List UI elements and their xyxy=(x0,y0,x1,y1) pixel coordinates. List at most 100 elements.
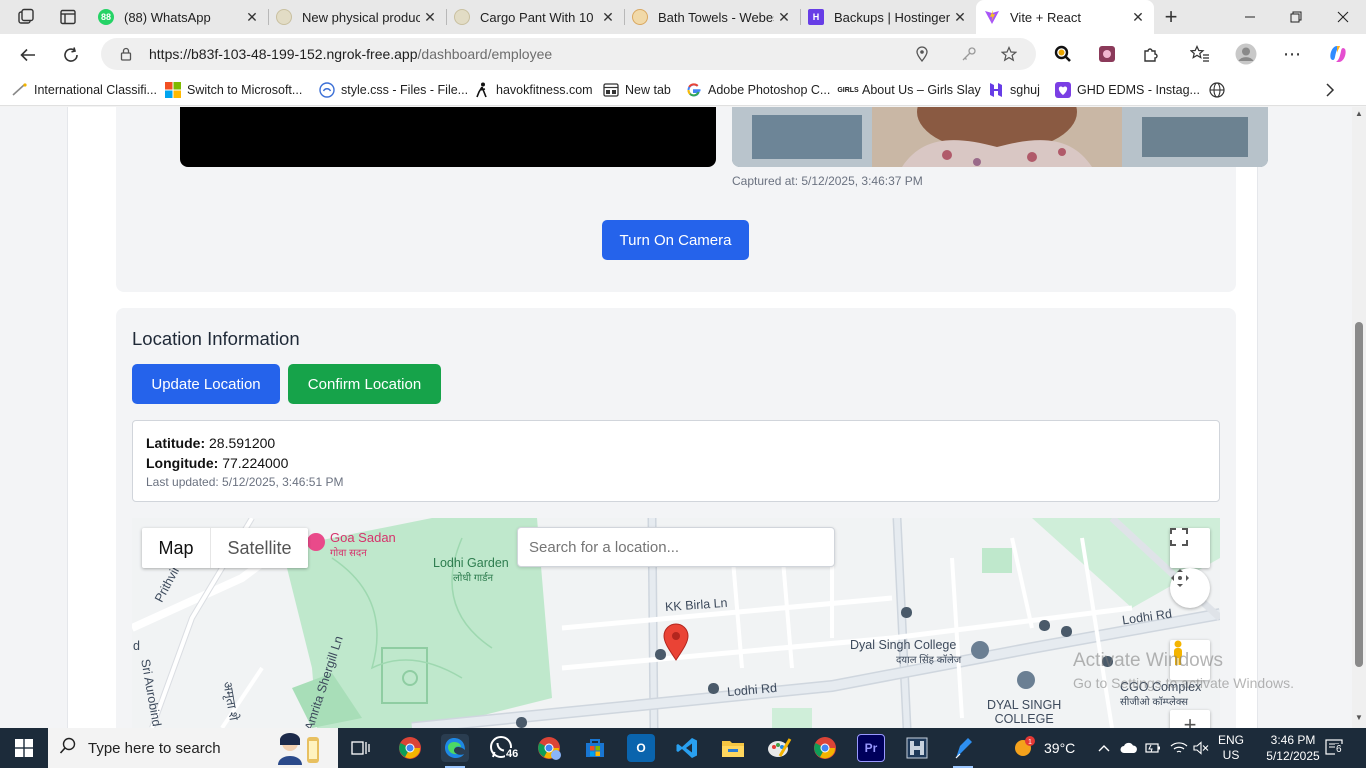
notifications-icon[interactable]: 6 xyxy=(1325,728,1345,768)
favorite-adobe-photoshop[interactable]: Adobe Photoshop C... xyxy=(686,80,830,100)
favorite-sghuj[interactable]: sghuj xyxy=(988,80,1040,100)
clock-time: 3:46 PM xyxy=(1270,733,1316,747)
vscode-icon[interactable] xyxy=(673,734,701,762)
zoom-in-icon[interactable]: + xyxy=(1170,710,1210,728)
product-favicon-icon xyxy=(454,9,470,25)
hostinger-icon: H xyxy=(808,9,824,25)
onedrive-cloud-icon[interactable] xyxy=(1120,728,1138,768)
minimize-icon[interactable] xyxy=(1227,0,1273,34)
close-tab-icon[interactable]: ✕ xyxy=(242,9,262,26)
task-view-icon[interactable] xyxy=(347,734,375,762)
scrollbar-thumb[interactable] xyxy=(1355,322,1363,667)
tab-new-physical-product[interactable]: New physical product ✕ xyxy=(268,0,446,34)
weather-widget[interactable]: 1 39°C xyxy=(1012,728,1075,768)
globe-icon[interactable] xyxy=(1209,80,1225,100)
outlook-icon[interactable]: O xyxy=(627,734,655,762)
captured-timestamp: Captured at: 5/12/2025, 3:46:37 PM xyxy=(732,174,923,188)
whatsapp-taskbar-icon[interactable]: 46 xyxy=(488,734,520,762)
favorite-style-css[interactable]: style.css - Files - File... xyxy=(319,80,468,100)
last-updated-text: Last updated: 5/12/2025, 3:46:51 PM xyxy=(146,475,344,489)
fullscreen-icon[interactable] xyxy=(1170,528,1210,568)
google-icon xyxy=(686,82,702,98)
windows-start-icon[interactable] xyxy=(0,728,48,768)
battery-plug-icon[interactable] xyxy=(1145,728,1161,768)
map-search-input[interactable] xyxy=(517,527,835,567)
favorite-ghd-edms[interactable]: GHD EDMS - Instag... xyxy=(1055,80,1200,100)
search-highlight-icon[interactable] xyxy=(272,733,328,765)
favorite-label: GHD EDMS - Instag... xyxy=(1077,83,1200,97)
search-extension-icon[interactable] xyxy=(1051,42,1075,66)
favorite-new-tab[interactable]: New tab xyxy=(603,80,671,100)
turn-on-camera-button[interactable]: Turn On Camera xyxy=(602,220,749,260)
chrome-icon[interactable] xyxy=(396,734,424,762)
workspaces-icon[interactable] xyxy=(14,6,38,28)
tab-vite-react[interactable]: Vite + React ✕ xyxy=(976,0,1154,34)
extensions-puzzle-icon[interactable] xyxy=(1139,42,1163,66)
map-label-dyal-singh-college-2: DYAL SINGH COLLEGE xyxy=(987,698,1061,726)
extension-app-icon[interactable] xyxy=(1095,42,1119,66)
profile-avatar-icon[interactable] xyxy=(1234,42,1258,66)
close-window-icon[interactable] xyxy=(1320,0,1366,34)
taskbar-search-placeholder: Type here to search xyxy=(88,739,221,757)
site-info-lock-icon[interactable] xyxy=(117,45,135,63)
url-host: https://b83f-103-48-199-152.ngrok-free.a… xyxy=(149,46,418,62)
location-section: Location Information Update Location Con… xyxy=(116,308,1236,728)
map-type-satellite-button[interactable]: Satellite xyxy=(210,528,308,568)
input-language-indicator[interactable]: ENG US xyxy=(1218,728,1244,768)
weather-temperature: 39°C xyxy=(1044,740,1076,756)
taskbar-clock[interactable]: 3:46 PM 5/12/2025 xyxy=(1262,732,1324,764)
key-icon[interactable] xyxy=(960,45,978,63)
file-explorer-icon[interactable] xyxy=(719,734,747,762)
back-arrow-icon[interactable] xyxy=(15,42,41,68)
favorite-international-classifi[interactable]: International Classifi... xyxy=(12,80,157,100)
tab-backups-hostinger[interactable]: H Backups | Hostinger ✕ xyxy=(800,0,976,34)
tab-actions-icon[interactable] xyxy=(56,6,80,28)
close-tab-icon[interactable]: ✕ xyxy=(420,9,440,26)
favorite-havokfitness[interactable]: havokfitness.com xyxy=(474,80,593,100)
copilot-icon[interactable] xyxy=(1326,42,1350,66)
new-tab-plus-icon[interactable]: + xyxy=(1159,4,1183,29)
pen-app-icon[interactable] xyxy=(949,734,977,768)
close-tab-icon[interactable]: ✕ xyxy=(774,9,794,26)
close-tab-icon[interactable]: ✕ xyxy=(1128,9,1148,26)
favorite-star-icon[interactable] xyxy=(1000,45,1018,63)
more-options-icon[interactable]: ⋯ xyxy=(1280,42,1304,66)
refresh-icon[interactable] xyxy=(58,42,84,68)
watermark-line1: Activate Windows xyxy=(1073,650,1223,671)
tab-cargo-pant[interactable]: Cargo Pant With 10 Po ✕ xyxy=(446,0,624,34)
chevron-right-icon[interactable] xyxy=(1325,80,1335,100)
volume-muted-icon[interactable] xyxy=(1193,728,1209,768)
map-type-map-button[interactable]: Map xyxy=(142,528,210,568)
region-code: US xyxy=(1222,748,1240,762)
location-pin-icon[interactable] xyxy=(913,45,931,63)
microsoft-store-icon[interactable] xyxy=(581,734,609,762)
tab-whatsapp[interactable]: 88 (88) WhatsApp ✕ xyxy=(90,0,268,34)
restore-icon[interactable] xyxy=(1273,0,1319,34)
update-location-button[interactable]: Update Location xyxy=(132,364,280,404)
paint-icon[interactable] xyxy=(765,734,793,762)
wand-icon xyxy=(12,82,28,98)
wifi-icon[interactable] xyxy=(1170,728,1188,768)
favorites-list-icon[interactable] xyxy=(1188,42,1212,66)
favorite-about-us-girls-slay[interactable]: GIRLS About Us – Girls Slay xyxy=(837,80,980,100)
confirm-location-button[interactable]: Confirm Location xyxy=(288,364,441,404)
show-hidden-icons-chevron-icon[interactable] xyxy=(1098,728,1110,768)
chrome-profile-icon[interactable] xyxy=(535,734,563,762)
chrome-alt-icon[interactable] xyxy=(811,734,839,762)
tab-label: Vite + React xyxy=(1010,9,1081,25)
webesite-favicon-icon xyxy=(632,9,648,25)
scroll-up-arrow-icon[interactable]: ▲ xyxy=(1352,109,1366,118)
windows-taskbar: Type here to search 46 O Pr 1 39°C ENG U… xyxy=(0,728,1366,768)
db-tool-icon[interactable] xyxy=(903,734,931,762)
camera-control-icon[interactable] xyxy=(1170,568,1210,608)
vertical-scrollbar[interactable]: ▲ ▼ xyxy=(1352,107,1366,728)
premiere-pro-icon[interactable]: Pr xyxy=(857,734,885,762)
favorite-switch-to-microsoft[interactable]: Switch to Microsoft... xyxy=(165,80,302,100)
address-bar[interactable]: https://b83f-103-48-199-152.ngrok-free.a… xyxy=(101,38,1036,70)
close-tab-icon[interactable]: ✕ xyxy=(950,9,970,26)
edge-icon[interactable] xyxy=(441,734,469,768)
google-map[interactable]: Goa Sadan गोवा सदन Lodhi Garden लोधी गार्ड… xyxy=(132,518,1220,728)
close-tab-icon[interactable]: ✕ xyxy=(598,9,618,26)
scroll-down-arrow-icon[interactable]: ▼ xyxy=(1352,713,1366,722)
tab-bath-towels[interactable]: Bath Towels - Webesit ✕ xyxy=(624,0,800,34)
